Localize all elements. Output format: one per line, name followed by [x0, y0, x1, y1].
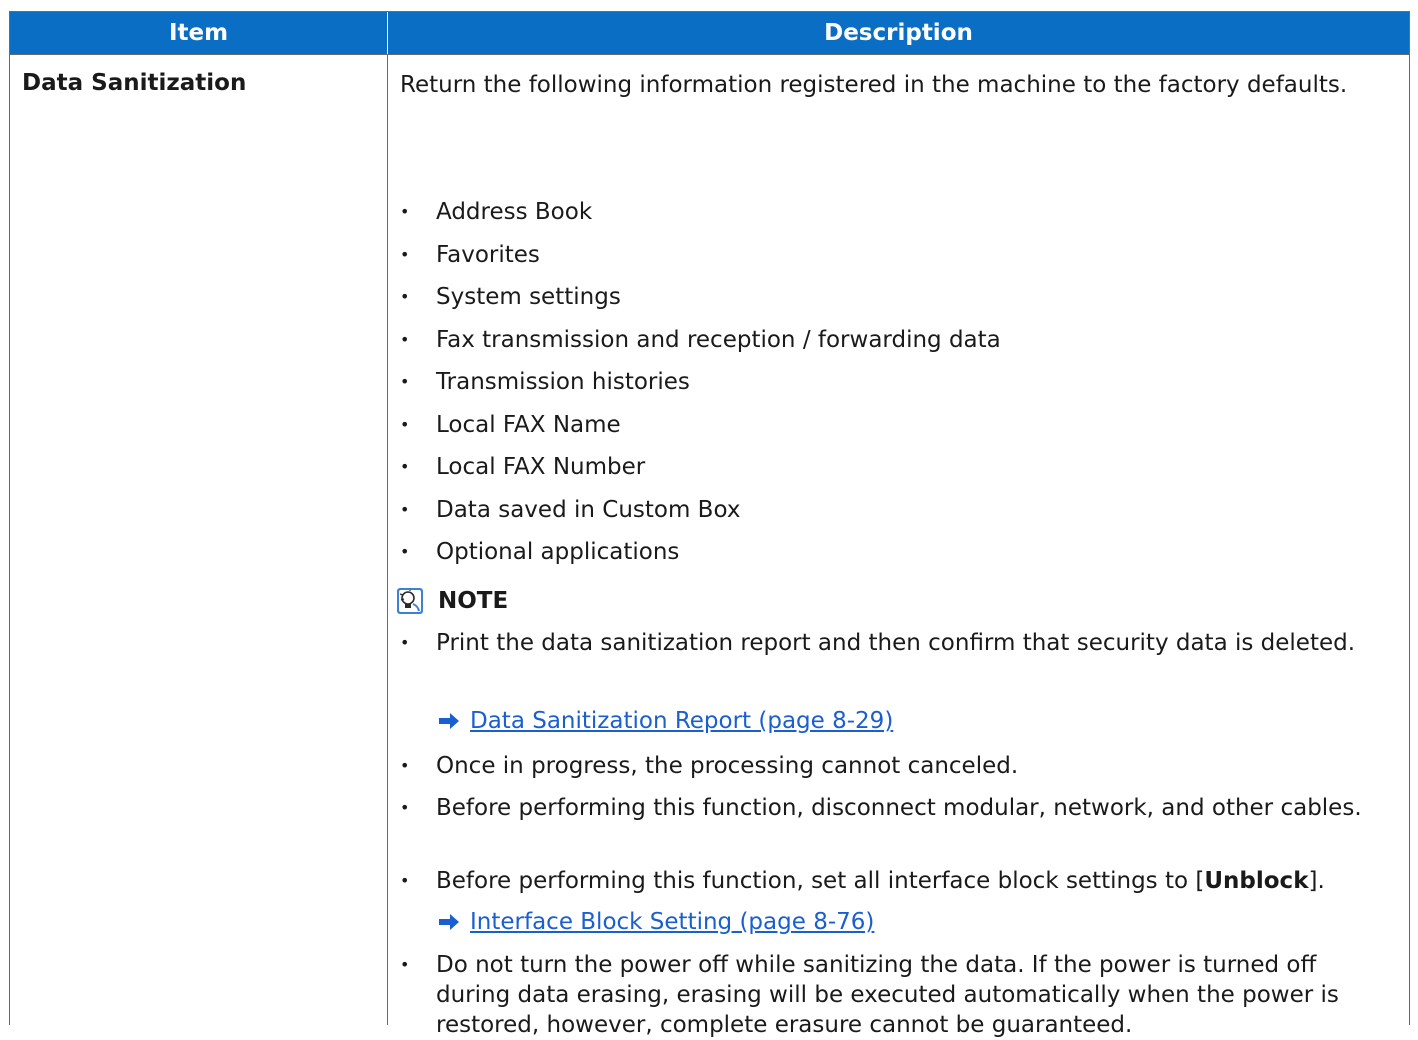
- note-heading: NOTE: [396, 586, 508, 616]
- interface-block-setting-link[interactable]: Interface Block Setting (page 8-76): [470, 907, 874, 937]
- table-row: Data Sanitization Return the following i…: [10, 54, 1409, 1038]
- description-cell: Return the following information registe…: [388, 55, 1409, 1038]
- settings-table: Item Description Data Sanitization Retur…: [9, 11, 1410, 1038]
- bullet-icon: •: [400, 798, 410, 817]
- bullet-icon: •: [400, 457, 410, 476]
- note-label: NOTE: [438, 588, 509, 614]
- data-sanitization-report-link[interactable]: Data Sanitization Report (page 8-29): [470, 706, 893, 736]
- bullet-icon: •: [400, 955, 410, 974]
- table-header: Item Description: [10, 12, 1409, 54]
- header-description: Description: [824, 20, 973, 46]
- bullet-icon: •: [400, 372, 410, 391]
- bullet-icon: •: [400, 633, 410, 652]
- arrow-right-icon: [439, 713, 459, 729]
- bullet-icon: •: [400, 245, 410, 264]
- reference-link-row: Data Sanitization Report (page 8-29): [438, 706, 893, 736]
- bullet-icon: •: [400, 756, 410, 775]
- bullet-icon: •: [400, 542, 410, 561]
- intro-text: Return the following information registe…: [400, 72, 1348, 98]
- bullet-icon: •: [400, 330, 410, 349]
- bullet-icon: •: [400, 871, 410, 890]
- arrow-right-icon: [439, 914, 459, 930]
- bullet-icon: •: [400, 287, 410, 306]
- lightbulb-icon: [397, 588, 423, 614]
- bullet-icon: •: [400, 415, 410, 434]
- header-item: Item: [10, 12, 388, 54]
- bullet-icon: •: [400, 500, 410, 519]
- item-cell: Data Sanitization: [10, 55, 388, 1025]
- reference-link-row: Interface Block Setting (page 8-76): [438, 907, 874, 937]
- bullet-icon: •: [400, 202, 410, 221]
